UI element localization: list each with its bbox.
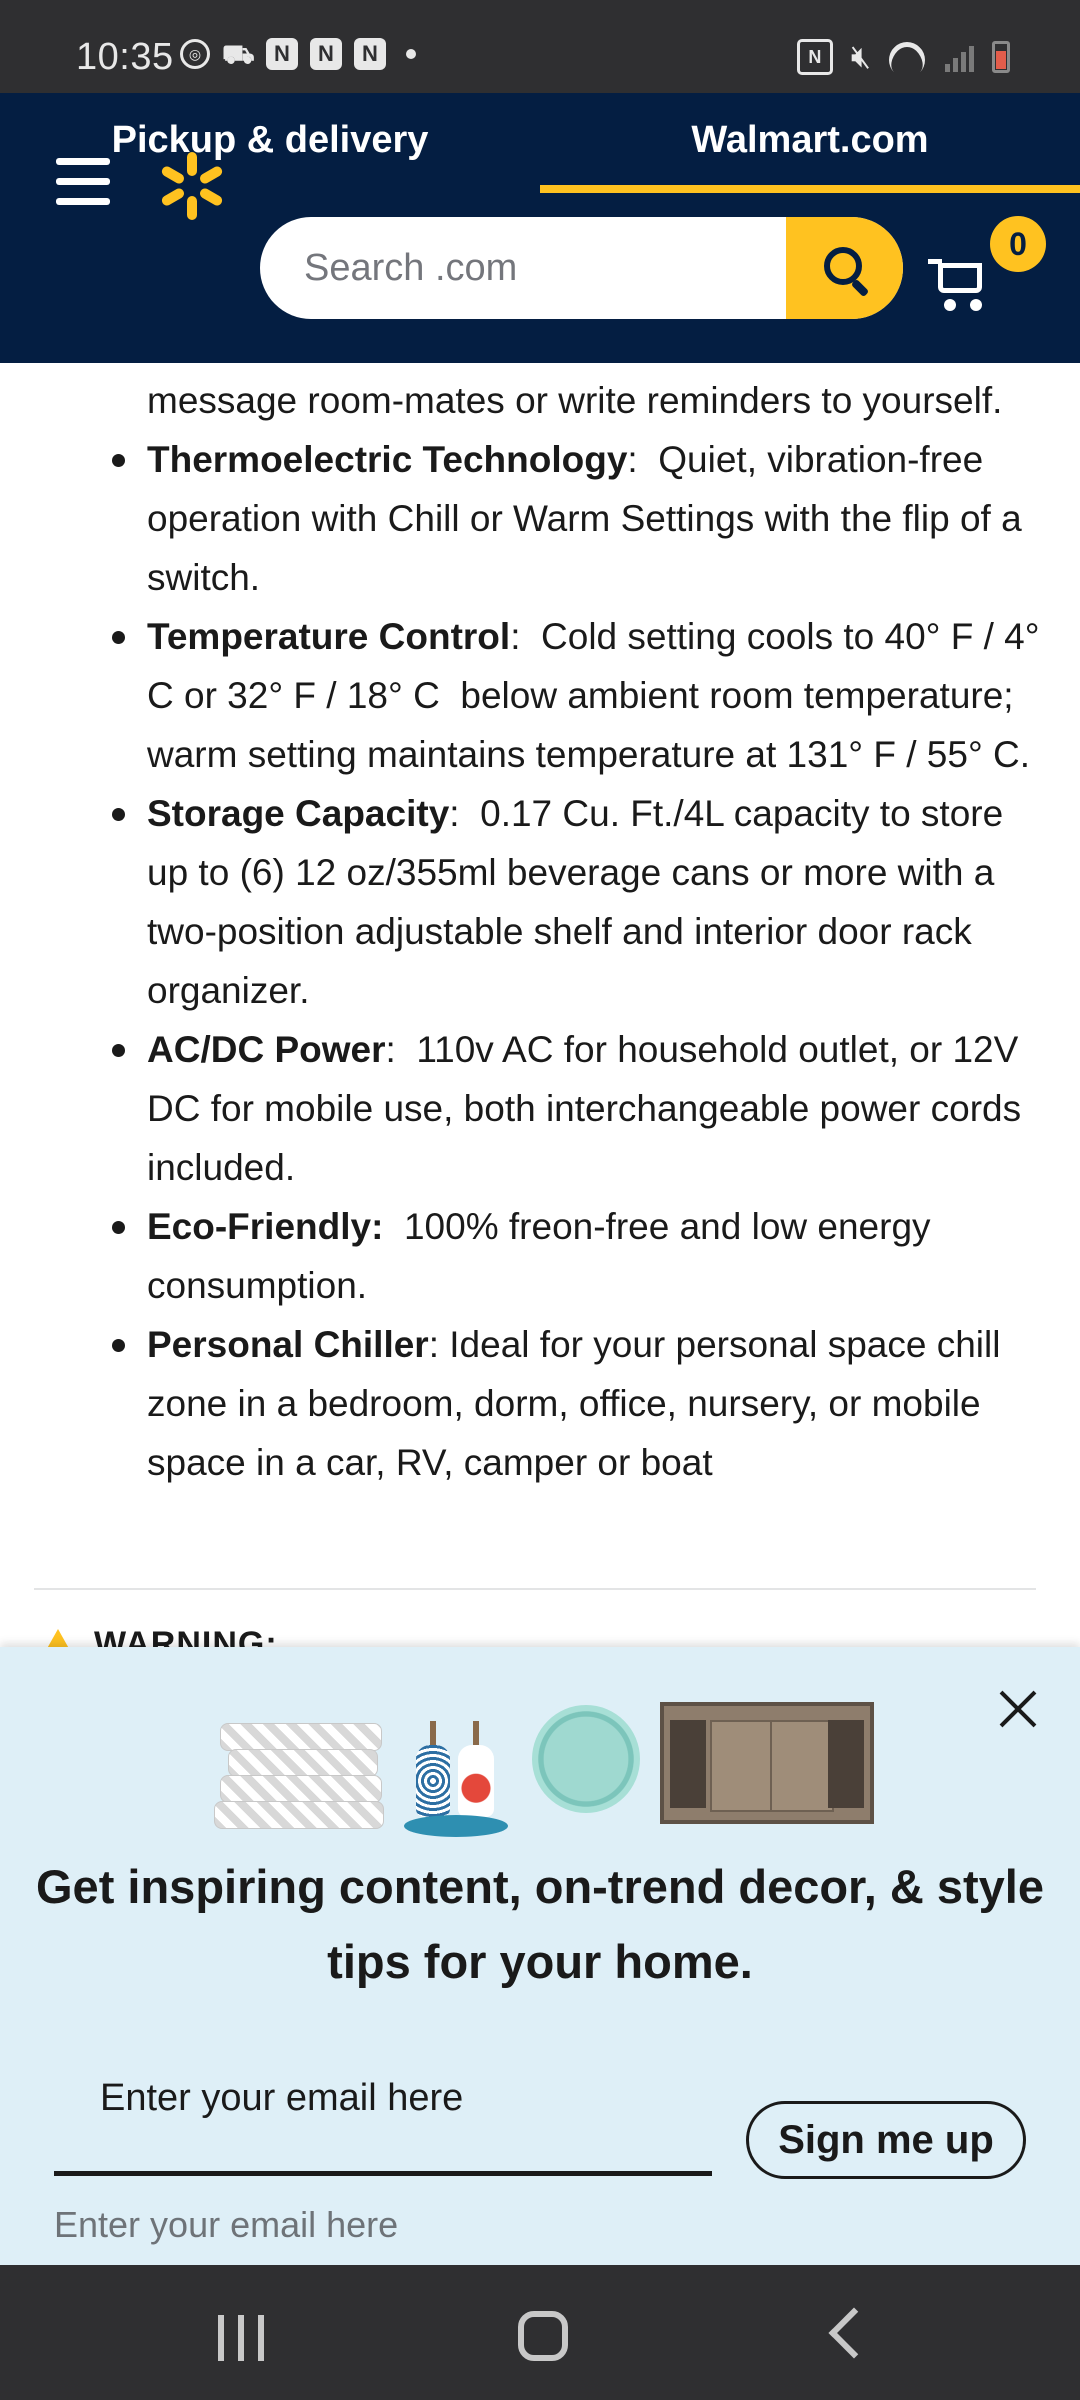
soap-dispenser-image xyxy=(400,1707,510,1837)
n-app-icon: N xyxy=(354,38,386,70)
feature-title: Thermoelectric Technology xyxy=(147,439,628,480)
home-icon[interactable] xyxy=(518,2311,568,2361)
feature-title: Storage Capacity xyxy=(147,793,450,834)
feature-sep: : xyxy=(385,1029,396,1070)
hamburger-menu-icon[interactable] xyxy=(56,158,110,206)
list-item: Eco-Friendly: 100% freon-free and low en… xyxy=(0,1197,1080,1315)
email-field-underline xyxy=(54,2171,712,2176)
dot-icon xyxy=(406,49,416,59)
status-time: 10:35 xyxy=(76,36,174,78)
system-icons: N 🔇︎ xyxy=(796,38,1010,76)
promo-title: Get inspiring content, on-trend decor, &… xyxy=(36,1860,1044,1988)
status-bar: 10:35 ◎ ⛟ N N N N 🔇︎ xyxy=(0,0,1080,93)
tab-label: Walmart.com xyxy=(691,119,929,161)
feature-title: AC/DC Power xyxy=(147,1029,386,1070)
search-bar xyxy=(260,217,903,319)
walmart-spark-logo[interactable] xyxy=(158,152,226,220)
list-item: AC/DC Power: 110v AC for household outle… xyxy=(0,1020,1080,1197)
recent-apps-icon[interactable] xyxy=(218,2315,268,2361)
tab-walmart-com[interactable]: Walmart.com xyxy=(540,93,1080,193)
active-tab-indicator xyxy=(540,185,1080,193)
cast-icon: ⛟ xyxy=(222,39,255,69)
list-item: Personal Chiller: Ideal for your persona… xyxy=(0,1315,1080,1492)
feature-sep: : xyxy=(510,616,521,657)
feature-sep: : xyxy=(449,793,460,834)
n-app-icon: N xyxy=(266,38,298,70)
wifi-icon xyxy=(889,42,927,72)
list-item: Temperature Control: Cold setting cools … xyxy=(0,607,1080,784)
email-signup-promo: Get inspiring content, on-trend decor, &… xyxy=(0,1647,1080,2265)
feature-sep: : xyxy=(627,439,638,480)
battery-low-icon xyxy=(992,41,1010,73)
email-field[interactable] xyxy=(54,2195,754,2255)
signal-icon xyxy=(945,42,974,72)
list-item: Storage Capacity: 0.17 Cu. Ft./4L capaci… xyxy=(0,784,1080,1020)
notification-icons: ◎ ⛟ N N N xyxy=(180,38,416,70)
product-description: message room-mates or write reminders to… xyxy=(0,363,1080,1650)
feature-sep: : xyxy=(428,1324,439,1365)
system-nav-bar xyxy=(0,2265,1080,2400)
back-icon[interactable] xyxy=(828,2307,880,2359)
search-input[interactable] xyxy=(260,217,786,319)
email-field-label: Enter your email here xyxy=(100,2077,464,2119)
site-header: Pickup & delivery Walmart.com 0 xyxy=(0,93,1080,363)
towels-image xyxy=(214,1715,384,1829)
feature-list: Thermoelectric Technology: Quiet, vibrat… xyxy=(0,430,1080,1492)
nfc-icon: N xyxy=(796,39,833,75)
search-icon-handle xyxy=(850,278,870,298)
list-item: Thermoelectric Technology: Quiet, vibrat… xyxy=(0,430,1080,607)
feature-title: Eco-Friendly: xyxy=(147,1206,384,1247)
section-divider xyxy=(34,1588,1036,1590)
feature-title: Temperature Control xyxy=(147,616,511,657)
close-icon[interactable] xyxy=(998,1689,1038,1729)
cart-count-badge: 0 xyxy=(990,216,1046,272)
feature-title: Personal Chiller xyxy=(147,1324,429,1365)
cart-icon[interactable] xyxy=(928,245,998,315)
sign-up-button[interactable]: Sign me up xyxy=(746,2101,1026,2179)
tv-cabinet-image xyxy=(660,1702,874,1824)
sync-icon: ◎ xyxy=(180,39,210,69)
n-app-icon: N xyxy=(310,38,342,70)
description-partial-line: message room-mates or write reminders to… xyxy=(147,380,1003,421)
mute-icon: 🔇︎ xyxy=(850,38,871,74)
plate-image xyxy=(532,1705,640,1813)
search-button[interactable] xyxy=(786,217,903,319)
